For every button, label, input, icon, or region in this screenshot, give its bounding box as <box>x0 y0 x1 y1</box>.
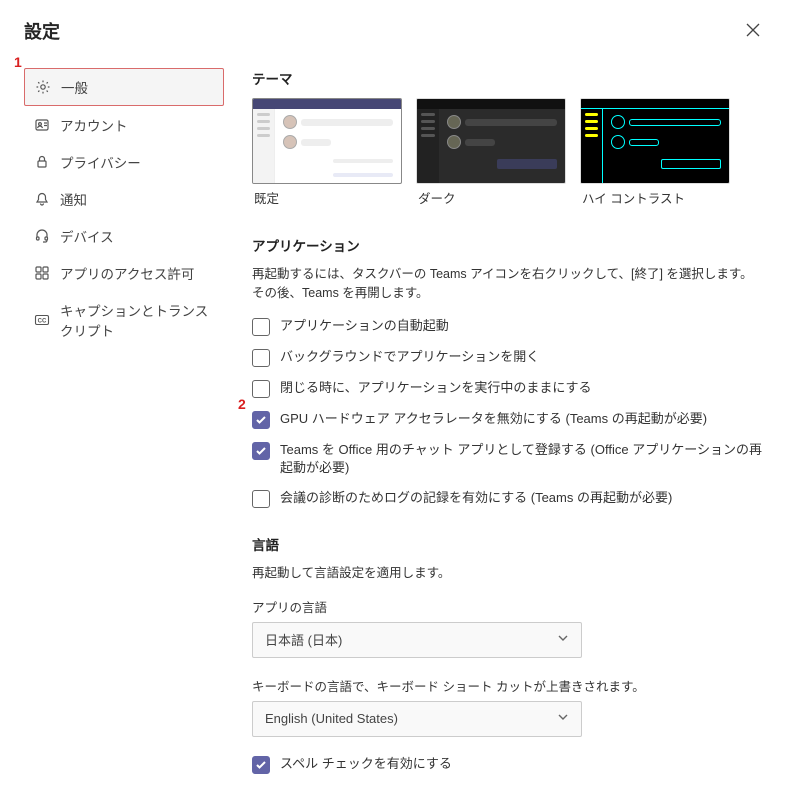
checkbox-label: Teams を Office 用のチャット アプリとして登録する (Office… <box>280 441 764 477</box>
sidebar-item-account[interactable]: アカウント <box>24 107 224 143</box>
sidebar-item-label: キャプションとトランスクリプト <box>60 300 214 340</box>
lock-icon <box>34 154 50 170</box>
headset-icon <box>34 228 50 244</box>
theme-option-high-contrast[interactable]: ハイ コントラスト <box>580 98 730 207</box>
chevron-down-icon <box>557 711 569 726</box>
theme-heading: テーマ <box>252 68 764 88</box>
sidebar-item-app-permissions[interactable]: アプリのアクセス許可 <box>24 255 224 291</box>
checkbox-icon <box>252 380 270 398</box>
checkbox-label: 閉じる時に、アプリケーションを実行中のままにする <box>280 379 591 397</box>
checkbox-keep-running-close[interactable]: 閉じる時に、アプリケーションを実行中のままにする <box>252 379 764 398</box>
theme-option-default[interactable]: 既定 <box>252 98 402 207</box>
sidebar-item-label: プライバシー <box>60 152 141 172</box>
checkbox-label: GPU ハードウェア アクセラレータを無効にする (Teams の再起動が必要) <box>280 410 707 428</box>
checkbox-icon <box>252 349 270 367</box>
language-note: 再起動して言語設定を適用します。 <box>252 564 764 583</box>
apps-icon <box>34 265 50 281</box>
checkbox-auto-start[interactable]: アプリケーションの自動起動 <box>252 317 764 336</box>
settings-sidebar: 1 一般 アカウント プライバシー <box>24 68 224 786</box>
app-language-select[interactable]: 日本語 (日本) <box>252 622 582 658</box>
theme-label: ダーク <box>416 188 566 207</box>
sidebar-item-devices[interactable]: デバイス <box>24 218 224 254</box>
sidebar-item-privacy[interactable]: プライバシー <box>24 144 224 180</box>
keyboard-language-select[interactable]: English (United States) <box>252 701 582 737</box>
bell-icon <box>34 191 50 207</box>
app-language-label: アプリの言語 <box>252 597 764 616</box>
checkbox-spellcheck[interactable]: スペル チェックを有効にする <box>252 755 764 774</box>
select-value: English (United States) <box>265 711 398 726</box>
application-note: 再起動するには、タスクバーの Teams アイコンを右クリックして、[終了] を… <box>252 265 764 303</box>
gear-icon <box>35 79 51 95</box>
checkbox-icon <box>252 318 270 336</box>
close-icon <box>746 23 760 37</box>
theme-thumb-dark <box>416 98 566 184</box>
sidebar-item-general[interactable]: 一般 <box>24 68 224 106</box>
chevron-down-icon <box>557 632 569 647</box>
language-heading: 言語 <box>252 534 764 554</box>
keyboard-language-note: キーボードの言語で、キーボード ショート カットが上書きされます。 <box>252 676 764 695</box>
theme-thumb-high-contrast <box>580 98 730 184</box>
checkbox-icon <box>252 442 270 460</box>
annotation-1: 1 <box>14 54 22 70</box>
account-icon <box>34 117 50 133</box>
theme-label: ハイ コントラスト <box>580 188 730 207</box>
select-value: 日本語 (日本) <box>265 630 342 649</box>
sidebar-item-label: アプリのアクセス許可 <box>60 263 194 283</box>
settings-main: テーマ <box>252 68 764 786</box>
page-title: 設定 <box>24 18 60 44</box>
checkbox-icon <box>252 411 270 429</box>
checkbox-label: 会議の診断のためログの記録を有効にする (Teams の再起動が必要) <box>280 489 672 507</box>
cc-icon: CC <box>34 312 50 328</box>
application-heading: アプリケーション <box>252 235 764 255</box>
svg-text:CC: CC <box>38 319 47 325</box>
checkbox-icon <box>252 756 270 774</box>
sidebar-item-captions[interactable]: CC キャプションとトランスクリプト <box>24 292 224 348</box>
annotation-2: 2 <box>238 396 246 412</box>
checkbox-icon <box>252 490 270 508</box>
close-button[interactable] <box>742 19 764 44</box>
theme-options: 既定 ダーク <box>252 98 764 207</box>
theme-label: 既定 <box>252 188 402 207</box>
theme-option-dark[interactable]: ダーク <box>416 98 566 207</box>
sidebar-item-label: 通知 <box>60 189 87 209</box>
theme-thumb-default <box>252 98 402 184</box>
checkbox-register-office-chat[interactable]: Teams を Office 用のチャット アプリとして登録する (Office… <box>252 441 764 477</box>
sidebar-item-notifications[interactable]: 通知 <box>24 181 224 217</box>
sidebar-item-label: 一般 <box>61 77 88 97</box>
sidebar-item-label: デバイス <box>60 226 114 246</box>
checkbox-meeting-diagnostics-log[interactable]: 会議の診断のためログの記録を有効にする (Teams の再起動が必要) <box>252 489 764 508</box>
sidebar-item-label: アカウント <box>60 115 128 135</box>
checkbox-disable-gpu[interactable]: GPU ハードウェア アクセラレータを無効にする (Teams の再起動が必要) <box>252 410 764 429</box>
checkbox-open-background[interactable]: バックグラウンドでアプリケーションを開く <box>252 348 764 367</box>
checkbox-label: スペル チェックを有効にする <box>280 755 452 773</box>
checkbox-label: アプリケーションの自動起動 <box>280 317 449 335</box>
checkbox-label: バックグラウンドでアプリケーションを開く <box>280 348 539 366</box>
